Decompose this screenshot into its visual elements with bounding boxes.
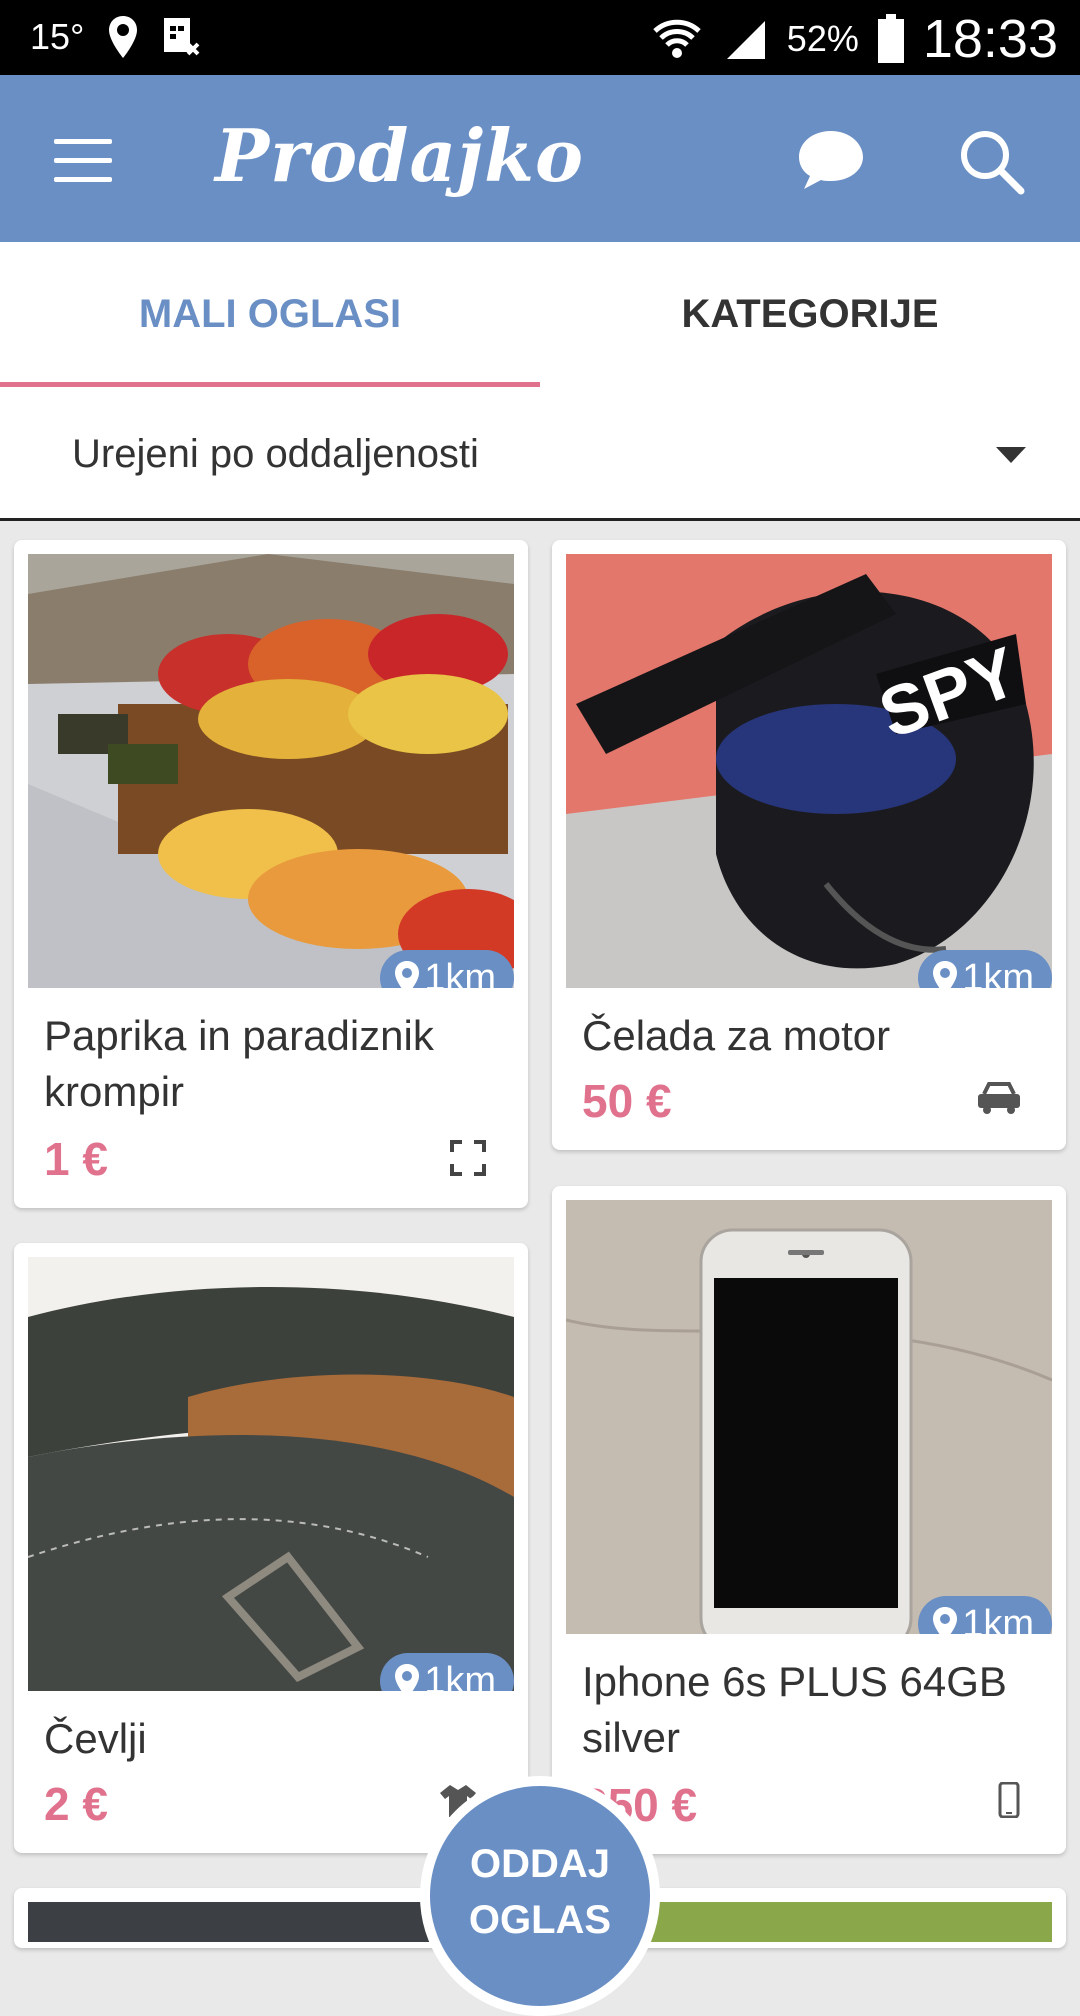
battery-percent: 52% xyxy=(786,18,859,59)
signal-icon xyxy=(726,21,765,59)
listing-title: Iphone 6s PLUS 64GB silver xyxy=(582,1658,1007,1761)
no-sim-icon xyxy=(164,18,200,56)
listing-card[interactable]: 1km Čevlji 2 € xyxy=(14,1243,528,1853)
search-icon[interactable] xyxy=(955,125,1027,197)
location-pin-icon xyxy=(933,1607,958,1634)
app-bar: Prodajko xyxy=(0,75,1080,242)
listing-photo-helmet: SPY 1km xyxy=(566,554,1052,988)
menu-icon[interactable] xyxy=(54,139,112,183)
status-bar: 15° 52% 18:33 xyxy=(0,0,1080,75)
distance-label: 1km xyxy=(424,956,496,989)
listing-photo-vegetables: 1km xyxy=(28,554,514,988)
listing-title: Čelada za motor xyxy=(582,1012,891,1059)
wifi-icon xyxy=(653,19,701,58)
listing-card[interactable]: 1km Paprika in paradiznik krompir 1 € xyxy=(14,540,528,1208)
location-pin-icon xyxy=(933,961,958,988)
distance-badge: 1km xyxy=(380,950,514,988)
car-icon xyxy=(978,1082,1020,1114)
tab-kategorije[interactable]: KATEGORIJE xyxy=(540,242,1080,387)
post-ad-label-line2: OGLAS xyxy=(468,1898,612,1942)
listing-price: 50 € xyxy=(582,1075,672,1127)
chat-icon[interactable] xyxy=(793,125,869,195)
battery-icon xyxy=(877,14,904,63)
listing-price: 1 € xyxy=(44,1133,108,1185)
phone-icon xyxy=(998,1782,1020,1818)
sort-dropdown[interactable]: Urejeni po oddaljenosti xyxy=(0,387,1080,521)
listing-title: Čevlji xyxy=(44,1715,147,1762)
temperature: 15° xyxy=(30,16,85,57)
fullscreen-icon xyxy=(450,1140,486,1176)
tab-mali-oglasi[interactable]: MALI OGLASI xyxy=(0,242,540,387)
distance-badge: 1km xyxy=(918,1596,1052,1634)
post-ad-label-line1: ODDAJ xyxy=(469,1842,611,1886)
chevron-down-icon xyxy=(996,447,1026,463)
location-icon xyxy=(109,16,138,58)
distance-label: 1km xyxy=(962,1602,1034,1635)
listing-card[interactable]: SPY 1km Čelada za motor 50 € xyxy=(552,540,1066,1150)
distance-label: 1km xyxy=(962,956,1034,989)
distance-badge: 1km xyxy=(380,1653,514,1691)
listing-photo-shoes: 1km xyxy=(28,1257,514,1691)
distance-badge: 1km xyxy=(918,950,1052,988)
location-pin-icon xyxy=(395,1664,420,1691)
listing-photo-iphone: 1km xyxy=(566,1200,1052,1634)
sort-label: Urejeni po oddaljenosti xyxy=(72,432,479,476)
app-logo: Prodajko xyxy=(215,113,585,198)
location-pin-icon xyxy=(395,961,420,988)
clock: 18:33 xyxy=(922,9,1058,69)
tab-bar: MALI OGLASI KATEGORIJE xyxy=(0,242,1080,387)
listing-price: 2 € xyxy=(44,1778,108,1830)
listing-card[interactable]: 1km Iphone 6s PLUS 64GB silver 350 € xyxy=(552,1186,1066,1854)
post-ad-button[interactable]: ODDAJ OGLAS xyxy=(420,1776,660,2016)
distance-label: 1km xyxy=(424,1659,496,1692)
listing-title: Paprika in paradiznik krompir xyxy=(44,1012,434,1115)
